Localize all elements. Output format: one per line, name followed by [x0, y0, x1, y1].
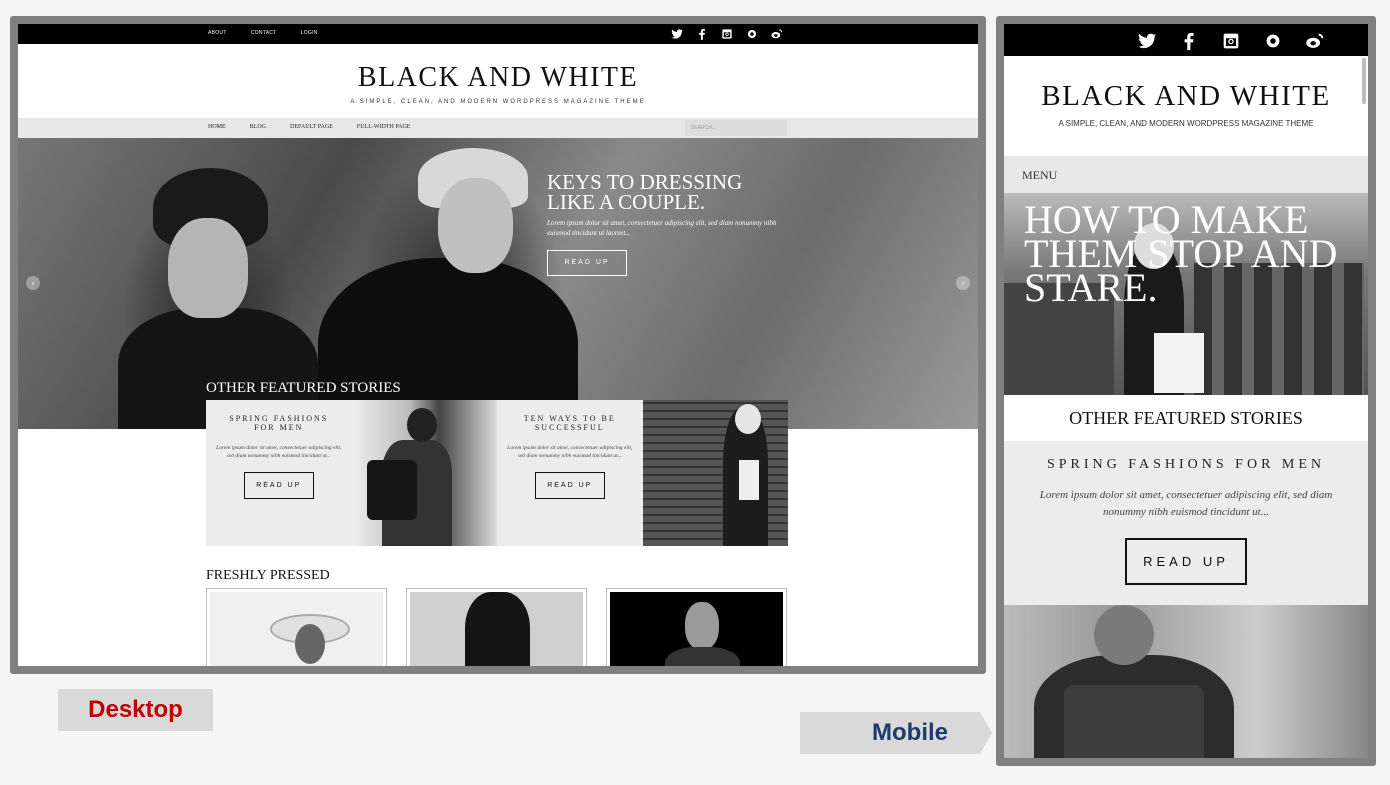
circle-icon[interactable]: [745, 27, 759, 41]
weibo-icon[interactable]: [770, 27, 784, 41]
mobile-label: Mobile: [800, 712, 992, 754]
top-bar: ABOUT CONTACT LOGIN: [18, 24, 978, 44]
mobile-social-links: [1136, 30, 1326, 52]
hero-read-up-button[interactable]: READ UP: [547, 250, 627, 276]
nav-blog[interactable]: BLOG: [250, 124, 266, 130]
desktop-page: ABOUT CONTACT LOGIN BLACK AND WHITE A SI…: [18, 24, 978, 666]
featured-card-title[interactable]: SPRING FASHIONS FOR MEN: [206, 414, 352, 432]
nav-home[interactable]: HOME: [208, 124, 226, 130]
mobile-site-tagline: A SIMPLE, CLEAN, AND MODERN WORDPRESS MA…: [1058, 119, 1314, 128]
other-featured-title: OTHER FEATURED STORIES: [206, 380, 401, 396]
slider-prev-icon[interactable]: ‹: [26, 276, 40, 290]
featured-image-woman[interactable]: [642, 400, 788, 546]
mobile-page: BLACK AND WHITE A SIMPLE, CLEAN, AND MOD…: [1004, 24, 1368, 758]
facebook-icon[interactable]: [1178, 30, 1200, 52]
desktop-label: Desktop: [58, 689, 213, 731]
mobile-menu-toggle[interactable]: MENU: [1004, 156, 1368, 193]
freshly-pressed-grid: [206, 588, 787, 666]
slider-next-icon[interactable]: ›: [956, 276, 970, 290]
featured-image-backpack[interactable]: [351, 400, 497, 546]
search-input[interactable]: SEARCH...: [685, 120, 787, 136]
featured-card-title[interactable]: TEN WAYS TO BE SUCCESSFUL: [497, 414, 643, 432]
mobile-label-text: Mobile: [872, 719, 948, 746]
top-nav-login[interactable]: LOGIN: [301, 30, 318, 36]
mobile-featured-title[interactable]: SPRING FASHIONS FOR MEN: [1004, 457, 1368, 473]
post-card[interactable]: [206, 588, 387, 666]
hero-photo-man-face: [438, 178, 513, 273]
site-title[interactable]: BLACK AND WHITE: [18, 62, 978, 94]
desktop-preview-frame: ABOUT CONTACT LOGIN BLACK AND WHITE A SI…: [10, 16, 986, 674]
mobile-featured-card: SPRING FASHIONS FOR MEN Lorem ipsum dolo…: [1004, 441, 1368, 605]
featured-read-up-button[interactable]: READ UP: [534, 472, 605, 499]
hero-title[interactable]: KEYS TO DRESSING LIKE A COUPLE.: [547, 172, 787, 213]
instagram-icon[interactable]: [1220, 30, 1242, 52]
top-nav-about[interactable]: ABOUT: [208, 30, 227, 36]
site-tagline: A SIMPLE, CLEAN, AND MODERN WORDPRESS MA…: [350, 99, 646, 105]
featured-card-excerpt: Lorem ipsum dolor sit amet, consectetuer…: [507, 445, 633, 459]
post-card[interactable]: [406, 588, 587, 666]
mobile-top-bar: [1004, 24, 1368, 56]
post-thumbnail: [610, 592, 783, 666]
site-header: BLACK AND WHITE A SIMPLE, CLEAN, AND MOD…: [18, 44, 978, 118]
hero-photo-woman-face: [168, 218, 248, 318]
circle-icon[interactable]: [1262, 30, 1284, 52]
social-links: [670, 27, 784, 41]
hero-slider: KEYS TO DRESSING LIKE A COUPLE. Lorem ip…: [18, 138, 978, 429]
hero-photo-skirt: [1154, 333, 1204, 393]
mobile-featured-image[interactable]: [1004, 605, 1368, 758]
featured-card: SPRING FASHIONS FOR MEN Lorem ipsum dolo…: [206, 400, 352, 546]
featured-stories: SPRING FASHIONS FOR MEN Lorem ipsum dolo…: [206, 400, 788, 546]
hero-excerpt: Lorem ipsum dolor sit amet, consectetuer…: [547, 219, 777, 237]
featured-read-up-button[interactable]: READ UP: [243, 472, 314, 499]
mobile-scrollbar[interactable]: [1362, 58, 1366, 104]
weibo-icon[interactable]: [1304, 30, 1326, 52]
mobile-hero-title[interactable]: HOW TO MAKE THEM STOP AND STARE.: [1024, 200, 1354, 308]
mobile-hero: HOW TO MAKE THEM STOP AND STARE.: [1004, 193, 1368, 395]
main-nav: HOME BLOG DEFAULT PAGE FULL-WIDTH PAGE S…: [18, 118, 978, 138]
nav-full-width-page[interactable]: FULL-WIDTH PAGE: [357, 124, 411, 130]
mobile-read-up-button[interactable]: READ UP: [1125, 538, 1247, 585]
mobile-featured-excerpt: Lorem ipsum dolor sit amet, consectetuer…: [1039, 489, 1333, 518]
top-nav-contact[interactable]: CONTACT: [251, 30, 277, 36]
instagram-icon[interactable]: [720, 27, 734, 41]
freshly-pressed-title: FRESHLY PRESSED: [206, 568, 330, 583]
nav-default-page[interactable]: DEFAULT PAGE: [290, 124, 333, 130]
twitter-icon[interactable]: [670, 27, 684, 41]
post-thumbnail: [410, 592, 583, 666]
mobile-preview-frame: BLACK AND WHITE A SIMPLE, CLEAN, AND MOD…: [996, 16, 1376, 766]
twitter-icon[interactable]: [1136, 30, 1158, 52]
featured-card-excerpt: Lorem ipsum dolor sit amet, consectetuer…: [216, 445, 342, 459]
post-card[interactable]: [606, 588, 787, 666]
top-nav: ABOUT CONTACT LOGIN: [208, 30, 318, 36]
mobile-site-header: BLACK AND WHITE A SIMPLE, CLEAN, AND MOD…: [1004, 56, 1368, 156]
mobile-site-title[interactable]: BLACK AND WHITE: [1004, 80, 1368, 113]
mobile-other-featured-title: OTHER FEATURED STORIES: [1069, 408, 1303, 428]
facebook-icon[interactable]: [695, 27, 709, 41]
post-thumbnail: [210, 592, 383, 666]
featured-card: TEN WAYS TO BE SUCCESSFUL Lorem ipsum do…: [497, 400, 643, 546]
